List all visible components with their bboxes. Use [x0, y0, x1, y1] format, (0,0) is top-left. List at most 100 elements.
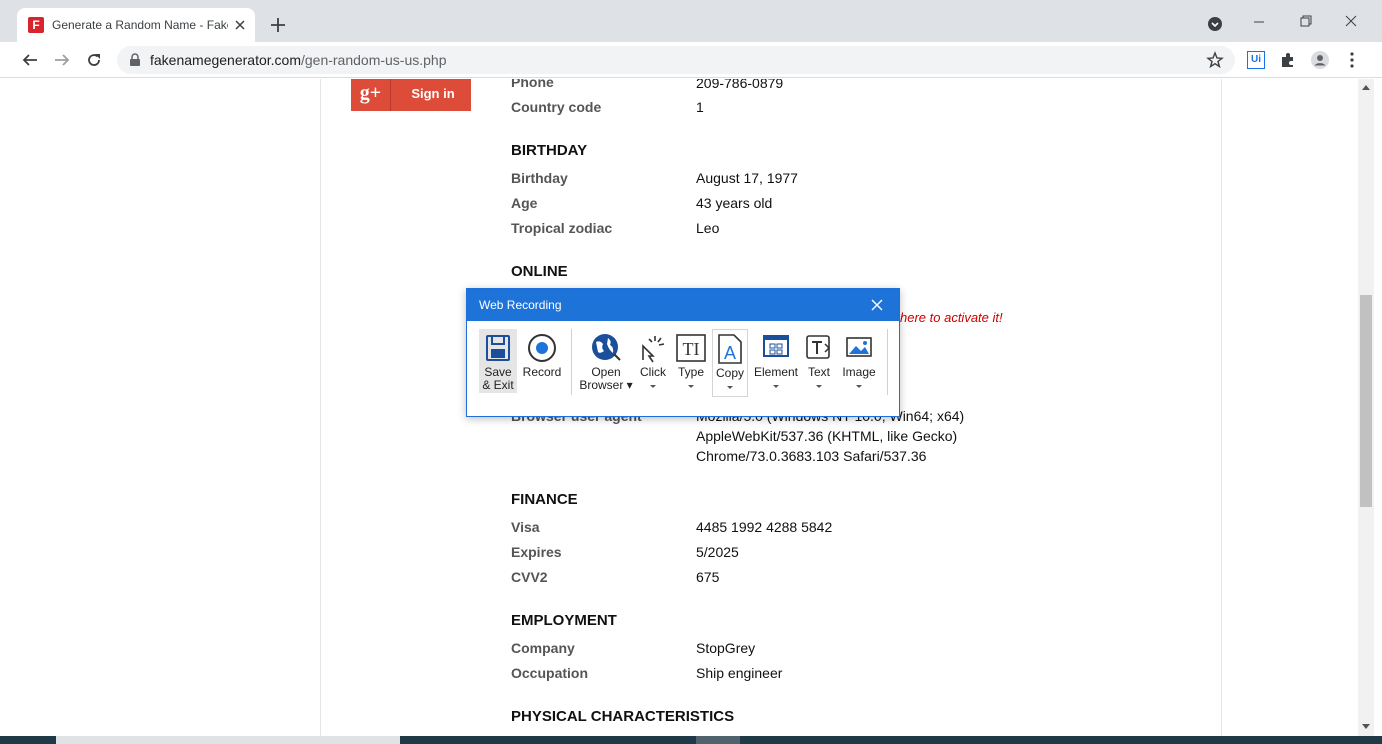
google-plus-icon: g+ [351, 79, 391, 111]
bookmark-star-icon[interactable] [1206, 51, 1224, 69]
country-code-label: Country code [511, 99, 602, 115]
close-tab-icon[interactable] [231, 16, 249, 34]
type-icon: TI [676, 334, 706, 362]
scroll-down-icon[interactable] [1362, 724, 1370, 729]
element-label: Element [753, 365, 799, 379]
web-recording-dialog: Web Recording Save & Exit Record Open Brow… [466, 288, 900, 417]
zodiac-label: Tropical zodiac [511, 220, 613, 236]
url-text[interactable]: fakenamegenerator.com/gen-random-us-us.p… [150, 52, 447, 68]
birthday-value: August 17, 1977 [696, 170, 798, 186]
floppy-disk-icon [486, 335, 510, 361]
address-bar[interactable]: fakenamegenerator.com/gen-random-us-us.p… [117, 46, 1235, 74]
browser-toolbar: fakenamegenerator.com/gen-random-us-us.p… [0, 42, 1382, 78]
type-label: Type [677, 365, 704, 379]
extensions-puzzle-icon[interactable] [1279, 51, 1297, 69]
image-icon [846, 337, 872, 357]
image-dropdown-icon[interactable] [856, 385, 862, 388]
uipath-extension-icon[interactable]: Ui [1247, 51, 1265, 69]
text-label: Text [807, 365, 830, 379]
minimize-icon[interactable] [1247, 10, 1271, 32]
exit-label: & Exit [482, 378, 514, 392]
copy-button[interactable]: A Copy [712, 329, 748, 397]
birthday-heading: BIRTHDAY [511, 142, 588, 159]
toolbar-separator [571, 329, 572, 395]
record-label: Record [522, 365, 562, 379]
url-host: fakenamegenerator.com [150, 52, 301, 68]
birthday-label: Birthday [511, 170, 568, 186]
promo-link[interactable]: here to activate it! [900, 310, 1003, 325]
dialog-title: Web Recording [479, 298, 562, 312]
vertical-scrollbar[interactable] [1358, 79, 1374, 736]
tab-bar: F Generate a Random Name - Fake [0, 0, 1382, 42]
company-label: Company [511, 640, 575, 656]
text-button[interactable]: Text [803, 329, 835, 397]
tab-title: Generate a Random Name - Fake [52, 18, 228, 32]
svg-text:TI: TI [683, 339, 700, 359]
element-button[interactable]: Element [752, 329, 800, 397]
age-value: 43 years old [696, 195, 773, 211]
image-button[interactable]: Image [839, 329, 879, 397]
scroll-up-icon[interactable] [1362, 85, 1370, 90]
favicon-icon: F [28, 17, 44, 33]
scroll-thumb[interactable] [1360, 295, 1372, 507]
country-code-value: 1 [696, 99, 704, 115]
browser-tab[interactable]: F Generate a Random Name - Fake [17, 8, 255, 42]
new-tab-icon[interactable] [268, 15, 288, 35]
globe-icon [592, 334, 621, 361]
back-icon[interactable] [21, 51, 39, 69]
company-value: StopGrey [696, 640, 756, 656]
copy-label: Copy [715, 366, 744, 380]
google-plus-signin-button[interactable]: g+ Sign in [351, 79, 471, 111]
open-label: Open [591, 365, 621, 379]
click-label: Click [640, 365, 666, 379]
url-path: /gen-random-us-us.php [300, 52, 447, 68]
save-exit-label: Save & Exit [479, 366, 517, 392]
phone-value: 209-786-0879 [696, 79, 784, 91]
close-window-icon[interactable] [1339, 10, 1363, 32]
physical-heading: PHYSICAL CHARACTERISTICS [511, 708, 735, 725]
text-icon [806, 335, 831, 359]
occupation-label: Occupation [511, 665, 589, 681]
finance-heading: FINANCE [511, 491, 578, 508]
expires-label: Expires [511, 544, 562, 560]
record-icon [528, 334, 556, 362]
restore-icon[interactable] [1293, 10, 1317, 32]
zodiac-value: Leo [696, 220, 720, 236]
save-exit-button[interactable]: Save & Exit [479, 329, 517, 393]
taskbar-app[interactable] [696, 736, 740, 744]
click-button[interactable]: Click [637, 329, 669, 397]
reload-icon[interactable] [85, 51, 103, 69]
record-button[interactable]: Record [521, 329, 563, 397]
image-label: Image [842, 365, 876, 379]
taskbar [0, 736, 1382, 744]
menu-kebab-icon[interactable] [1343, 51, 1361, 69]
dialog-close-icon[interactable] [869, 297, 885, 313]
dialog-titlebar[interactable]: Web Recording [467, 289, 899, 321]
copy-icon: A [718, 334, 742, 364]
cvv2-label: CVV2 [511, 569, 548, 585]
expires-value: 5/2025 [696, 544, 739, 560]
visa-value: 4485 1992 4288 5842 [696, 519, 833, 535]
lock-icon[interactable] [128, 53, 142, 67]
online-heading: ONLINE [511, 263, 568, 280]
type-dropdown-icon[interactable] [688, 385, 694, 388]
taskbar-search[interactable] [56, 736, 400, 744]
copy-dropdown-icon[interactable] [727, 386, 733, 389]
svg-text:A: A [724, 343, 736, 363]
forward-icon[interactable] [53, 51, 71, 69]
visa-label: Visa [511, 519, 540, 535]
age-label: Age [511, 195, 538, 211]
open-browser-label: Open Browser ▾ [579, 365, 633, 392]
open-browser-button[interactable]: Open Browser ▾ [577, 329, 635, 397]
type-button[interactable]: TI Type [673, 329, 709, 397]
text-dropdown-icon[interactable] [816, 385, 822, 388]
profile-avatar-icon[interactable] [1311, 51, 1329, 69]
pointer-icon [642, 336, 665, 363]
toolbar-separator-end [887, 329, 888, 395]
signin-label: Sign in [411, 86, 455, 101]
employment-heading: EMPLOYMENT [511, 612, 617, 629]
click-dropdown-icon[interactable] [650, 385, 656, 388]
tab-search-icon[interactable] [1203, 10, 1227, 32]
element-dropdown-icon[interactable] [773, 385, 779, 388]
element-icon [763, 335, 789, 357]
